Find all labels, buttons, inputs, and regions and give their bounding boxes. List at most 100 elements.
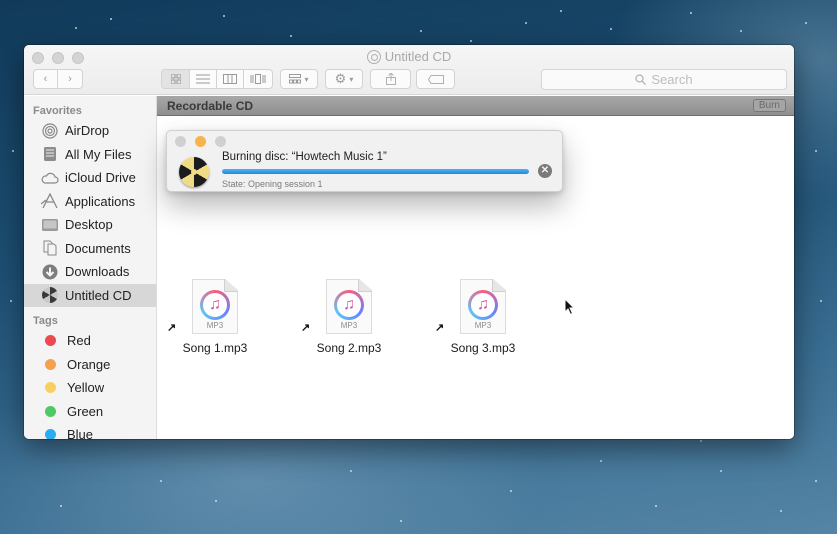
- columns-icon: [223, 74, 237, 84]
- mp3-file-icon: ♫ MP3: [326, 279, 372, 334]
- nav-buttons: ‹ ›: [33, 69, 83, 89]
- file-item[interactable]: ♫ MP3 ↗ Song 2.mp3: [299, 279, 399, 355]
- star: [815, 480, 817, 482]
- sidebar-item-label: Untitled CD: [65, 287, 132, 303]
- star: [12, 150, 14, 152]
- sidebar-item-label: Documents: [65, 240, 131, 256]
- file-type-label: MP3: [206, 321, 224, 330]
- star: [10, 300, 12, 302]
- burn-progress-bar: [222, 169, 529, 174]
- star: [420, 30, 422, 32]
- applications-icon: [41, 192, 59, 210]
- burn-disc-icon: [179, 157, 209, 187]
- star: [815, 150, 817, 152]
- search-icon: [635, 74, 647, 85]
- star: [350, 470, 352, 472]
- list-icon: [196, 74, 210, 84]
- sidebar-item-documents[interactable]: Documents: [24, 237, 156, 261]
- star: [600, 460, 602, 462]
- dialog-zoom-button[interactable]: [215, 136, 226, 147]
- star: [60, 505, 62, 507]
- chevron-right-icon: ›: [68, 73, 72, 85]
- tags-button[interactable]: [416, 69, 455, 89]
- mp3-file-icon: ♫ MP3: [192, 279, 238, 334]
- list-view-button[interactable]: [190, 70, 217, 88]
- arrange-button[interactable]: ▾: [280, 69, 318, 89]
- star: [75, 27, 77, 29]
- star: [820, 300, 822, 302]
- alias-arrow-icon: ↗: [301, 322, 311, 334]
- sidebar-item-label: Desktop: [65, 217, 113, 233]
- back-button[interactable]: ‹: [34, 70, 58, 88]
- star: [525, 22, 527, 24]
- chevron-down-icon: ▾: [349, 74, 354, 84]
- sidebar-tag-label: Green: [67, 403, 104, 419]
- desktop-icon: [41, 216, 59, 234]
- star: [223, 15, 225, 17]
- favorites-heading: Favorites: [33, 105, 82, 117]
- mp3-file-icon: ♫ MP3: [460, 279, 506, 334]
- sidebar-tag-blue[interactable]: Blue: [24, 423, 156, 439]
- icon-view-button[interactable]: [162, 70, 190, 88]
- star: [610, 28, 612, 30]
- chevron-left-icon: ‹: [43, 73, 48, 85]
- view-mode-selector: [161, 69, 273, 89]
- all-files-icon: [41, 145, 59, 163]
- sidebar-tag-yellow[interactable]: Yellow: [24, 376, 156, 400]
- dialog-close-button[interactable]: [175, 136, 186, 147]
- sidebar-item-airdrop[interactable]: AirDrop: [24, 119, 156, 143]
- dialog-minimize-button[interactable]: [195, 136, 206, 147]
- file-type-label: MP3: [474, 321, 492, 330]
- title-bar: Untitled CD ‹ › ▾ ⚙ ▾ Search: [24, 45, 794, 95]
- column-view-button[interactable]: [217, 70, 244, 88]
- dialog-window-controls: [175, 136, 226, 147]
- cancel-burn-button[interactable]: ✕: [538, 164, 552, 178]
- documents-icon: [41, 239, 59, 257]
- sidebar-tag-label: Blue: [67, 427, 94, 439]
- star: [110, 18, 112, 20]
- share-button[interactable]: [370, 69, 411, 89]
- grid-icon: [170, 74, 181, 84]
- share-icon: [385, 73, 396, 85]
- star: [780, 510, 782, 512]
- sidebar-item-applications[interactable]: Applications: [24, 190, 156, 214]
- window-title-text: Untitled CD: [384, 49, 452, 64]
- tag-color-dot-icon: [45, 358, 56, 370]
- sidebar-item-icloud-drive[interactable]: iCloud Drive: [24, 166, 156, 190]
- airdrop-icon: [41, 122, 59, 140]
- sidebar-item-untitled-cd[interactable]: Untitled CD: [24, 283, 156, 307]
- file-item[interactable]: ♫ MP3 ↗ Song 3.mp3: [433, 279, 533, 355]
- file-name: Song 2.mp3: [316, 341, 382, 355]
- star: [160, 480, 162, 482]
- tag-color-dot-icon: [45, 429, 56, 439]
- sidebar-tag-red[interactable]: Red: [24, 329, 156, 353]
- itunes-music-icon: ♫: [468, 290, 498, 320]
- cover-flow-button[interactable]: [244, 70, 272, 88]
- burn-status-title: Burning disc: “Howtech Music 1”: [222, 151, 387, 163]
- action-button[interactable]: ⚙ ▾: [325, 69, 363, 89]
- forward-button[interactable]: ›: [58, 70, 82, 88]
- tag-color-dot-icon: [45, 382, 56, 394]
- cd-icon: [366, 49, 381, 64]
- star: [740, 30, 742, 32]
- sidebar-item-desktop[interactable]: Desktop: [24, 213, 156, 237]
- burn-progress-dialog: Burning disc: “Howtech Music 1” ✕ State:…: [166, 130, 563, 192]
- file-item[interactable]: ♫ MP3 ↗ Song 1.mp3: [165, 279, 265, 355]
- star: [720, 470, 722, 472]
- sidebar-tag-label: Orange: [67, 356, 111, 372]
- sidebar-tag-green[interactable]: Green: [24, 400, 156, 424]
- chevron-down-icon: ▾: [304, 74, 309, 84]
- sidebar-tag-orange[interactable]: Orange: [24, 353, 156, 377]
- star: [400, 520, 402, 522]
- search-field[interactable]: Search: [541, 69, 787, 90]
- star: [690, 12, 692, 14]
- file-type-label: MP3: [340, 321, 358, 330]
- star: [510, 490, 512, 492]
- sidebar-item-all-my-files[interactable]: All My Files: [24, 143, 156, 167]
- star: [290, 35, 292, 37]
- downloads-icon: [41, 263, 59, 281]
- star: [470, 40, 472, 42]
- sidebar-item-downloads[interactable]: Downloads: [24, 260, 156, 284]
- star: [805, 22, 807, 24]
- itunes-music-icon: ♫: [200, 290, 230, 320]
